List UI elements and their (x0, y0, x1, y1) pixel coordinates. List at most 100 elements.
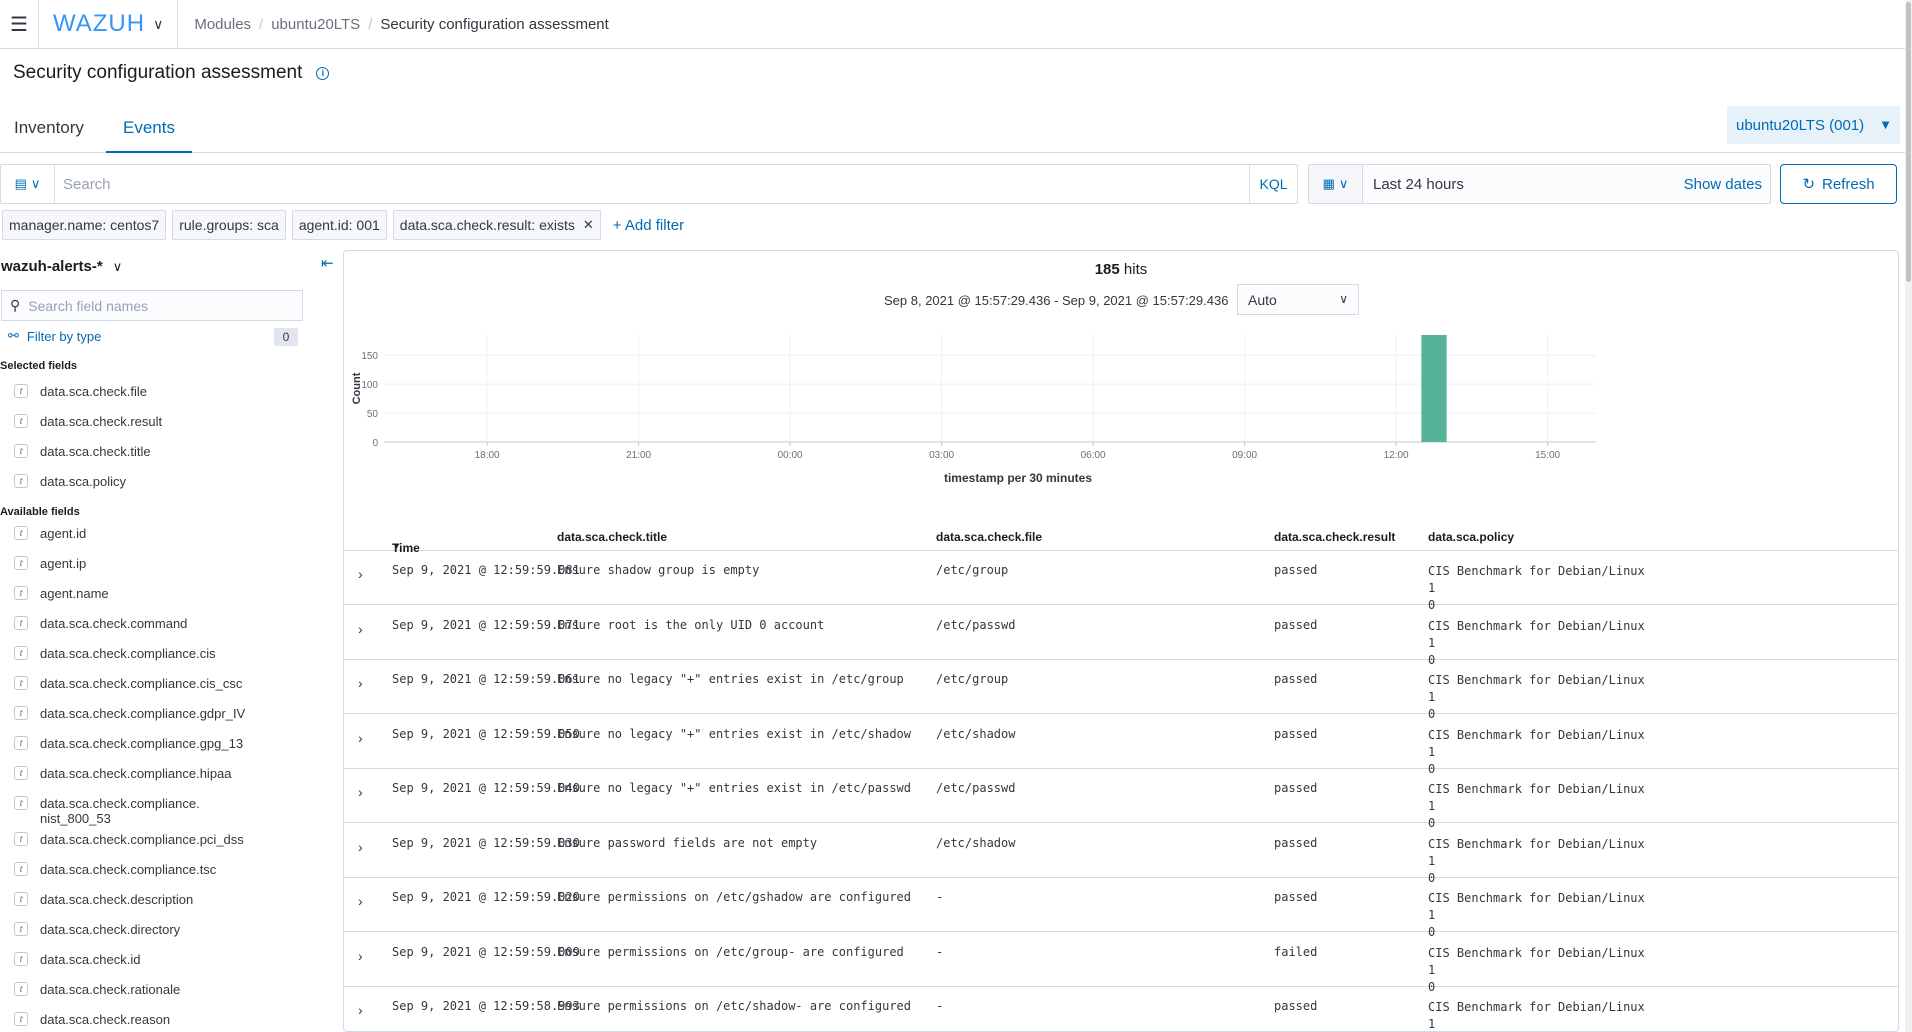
field-item[interactable]: t data.sca.check.directory (14, 922, 180, 937)
close-icon[interactable]: ✕ (583, 217, 594, 233)
table-row[interactable]: › Sep 9, 2021 @ 12:59:59.040 Ensure no leg… (344, 769, 1898, 830)
column-header-result[interactable]: data.sca.check.result (1274, 530, 1395, 544)
saved-queries-button[interactable]: ▤ ∨ (1, 165, 55, 203)
field-item[interactable]: t data.sca.check.reason (14, 1012, 170, 1027)
menu-icon[interactable]: ☰ (0, 0, 38, 49)
expand-row-icon[interactable]: › (358, 839, 363, 855)
expand-row-icon[interactable]: › (358, 566, 363, 582)
field-item[interactable]: t data.sca.check.compliance.gdpr_IV (14, 706, 245, 721)
field-item[interactable]: t data.sca.check.compliance.cis_csc (14, 676, 242, 691)
breadcrumb-agent[interactable]: ubuntu20LTS (271, 16, 360, 33)
show-dates-link[interactable]: Show dates (1684, 176, 1770, 193)
x-tick-label: 03:00 (929, 450, 954, 461)
table-row[interactable]: › Sep 9, 2021 @ 12:59:58.993 Ensure permis… (344, 987, 1898, 1031)
pin-icon[interactable]: ▼ (1879, 117, 1892, 132)
index-pattern-selector[interactable]: wazuh-alerts-* ∨ (1, 258, 122, 275)
field-item[interactable]: t data.sca.check.description (14, 892, 193, 907)
field-item[interactable]: t data.sca.check.compliance.tsc (14, 862, 216, 877)
chevron-down-icon: ∨ (30, 176, 41, 191)
x-tick-label: 18:00 (475, 450, 500, 461)
available-fields-heading: Available fields (0, 506, 80, 518)
cell-result: passed (1274, 890, 1318, 904)
table-row[interactable]: › Sep 9, 2021 @ 12:59:59.030 Ensure passwo… (344, 824, 1898, 885)
column-header-policy[interactable]: data.sca.policy (1428, 530, 1514, 544)
time-range-label[interactable]: Last 24 hours (1363, 176, 1684, 193)
field-item[interactable]: t data.sca.check.rationale (14, 982, 180, 997)
expand-row-icon[interactable]: › (358, 621, 363, 637)
filter-pill[interactable]: rule.groups: sca (172, 210, 286, 240)
chevron-down-icon[interactable]: ∨ (153, 16, 163, 33)
interval-select[interactable]: Auto ∨ (1237, 284, 1359, 315)
expand-row-icon[interactable]: › (358, 730, 363, 746)
cell-policy: CIS Benchmark for Debian/Linux 1 0 (1428, 1000, 1645, 1031)
field-name: data.sca.check.title (40, 444, 151, 459)
search-input[interactable]: Search (55, 176, 1249, 193)
cell-time: Sep 9, 2021 @ 12:59:59.030 (392, 835, 580, 850)
cell-title: Ensure no legacy "+" entries exist in /e… (557, 781, 912, 795)
field-item[interactable]: t data.sca.check.id (14, 952, 140, 967)
field-item[interactable]: t data.sca.check.compliance.gpg_13 (14, 736, 243, 751)
cell-result: passed (1274, 563, 1318, 577)
field-item[interactable]: t agent.id (14, 526, 86, 541)
column-header-title[interactable]: data.sca.check.title (557, 530, 667, 544)
wazuh-logo[interactable]: WAZUH (53, 10, 145, 38)
hits-number: 185 (1094, 261, 1120, 278)
cell-file: - (936, 999, 944, 1013)
tab-inventory[interactable]: Inventory (14, 118, 84, 152)
cell-file: - (936, 890, 944, 904)
field-item[interactable]: t data.sca.check.compliance.hipaa (14, 766, 232, 781)
table-row[interactable]: › Sep 9, 2021 @ 12:59:59.061 Ensure no leg… (344, 660, 1898, 721)
table-row[interactable]: › Sep 9, 2021 @ 12:59:59.020 Ensure permis… (344, 878, 1898, 939)
filter-by-type-button[interactable]: ⚯ Filter by type 0 (8, 328, 298, 346)
field-item[interactable]: t data.sca.check.title (14, 444, 151, 459)
y-tick-label: 50 (367, 409, 379, 420)
page-scrollbar[interactable] (1905, 0, 1912, 1032)
quick-menu-button[interactable]: ▦ ∨ (1309, 165, 1363, 203)
filter-pill[interactable]: agent.id: 001 (291, 210, 387, 240)
query-bar: ▤ ∨ Search KQL (0, 164, 1298, 204)
refresh-button[interactable]: ↻ Refresh (1780, 164, 1897, 204)
info-icon[interactable]: i (316, 66, 330, 80)
table-row[interactable]: › Sep 9, 2021 @ 12:59:59.050 Ensure no leg… (344, 715, 1898, 776)
expand-row-icon[interactable]: › (358, 675, 363, 691)
field-item[interactable]: t agent.ip (14, 556, 86, 571)
expand-row-icon[interactable]: › (358, 1002, 363, 1018)
field-name: data.sca.check.compliance.gdpr_IV (40, 706, 246, 721)
expand-row-icon[interactable]: › (358, 893, 363, 909)
filter-pill[interactable]: manager.name: centos7 (2, 210, 167, 240)
field-item[interactable]: t data.sca.check.compliance. nist_800_53 (14, 796, 200, 826)
field-name: data.sca.check.compliance. nist_800_53 (40, 796, 200, 826)
kql-toggle[interactable]: KQL (1249, 165, 1297, 203)
interval-value: Auto (1248, 291, 1277, 308)
string-type-icon: t (14, 796, 28, 810)
field-search-input[interactable]: ⚲ Search field names (1, 290, 303, 321)
field-item[interactable]: t agent.name (14, 586, 109, 601)
field-item[interactable]: t data.sca.policy (14, 474, 126, 489)
cell-time: Sep 9, 2021 @ 12:59:59.061 (392, 672, 580, 686)
filter-label: data.sca.check.result: exists (399, 217, 575, 233)
sort-desc-icon[interactable]: ▼ (392, 541, 401, 551)
table-row[interactable]: › Sep 9, 2021 @ 12:59:59.071 Ensure root i… (344, 606, 1898, 667)
field-item[interactable]: t data.sca.check.file (14, 384, 147, 399)
filter-pill[interactable]: data.sca.check.result: exists ✕ (392, 210, 601, 240)
field-name: data.sca.check.id (40, 952, 141, 967)
expand-row-icon[interactable]: › (358, 784, 363, 800)
string-type-icon: t (14, 922, 28, 936)
table-row[interactable]: › Sep 9, 2021 @ 12:59:59.081 Ensure shadow… (344, 551, 1898, 612)
expand-row-icon[interactable]: › (358, 948, 363, 964)
field-item[interactable]: t data.sca.check.result (14, 414, 162, 429)
cell-file: /etc/group (936, 563, 1009, 577)
collapse-sidebar-icon[interactable]: ⇤ (321, 254, 334, 272)
breadcrumb-modules[interactable]: Modules (194, 16, 251, 33)
field-name: data.sca.check.directory (40, 922, 181, 937)
page-title: Security configuration assessment i (13, 62, 330, 84)
tab-events[interactable]: Events (106, 108, 192, 153)
field-item[interactable]: t data.sca.check.compliance.pci_dss (14, 832, 244, 847)
field-item[interactable]: t data.sca.check.command (14, 616, 187, 631)
column-header-file[interactable]: data.sca.check.file (936, 530, 1042, 544)
table-row[interactable]: › Sep 9, 2021 @ 12:59:59.009 Ensure permis… (344, 933, 1898, 994)
field-item[interactable]: t data.sca.check.compliance.cis (14, 646, 216, 661)
cell-time: Sep 9, 2021 @ 12:59:59.081 (392, 563, 580, 577)
add-filter-button[interactable]: + Add filter (613, 217, 684, 234)
agent-selector[interactable]: ubuntu20LTS (001) ▼ (1727, 106, 1900, 144)
